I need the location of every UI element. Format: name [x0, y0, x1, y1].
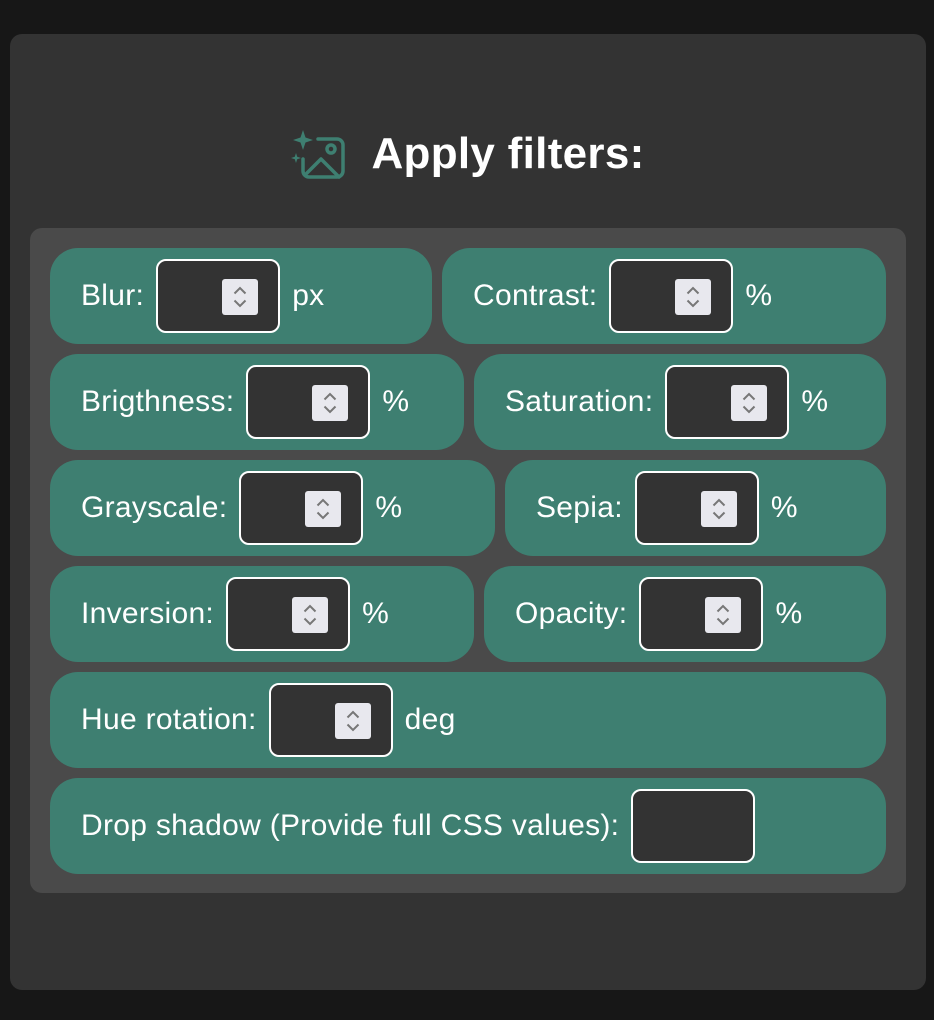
filter-row: Blur: px Contrast: %: [50, 248, 886, 344]
grayscale-spinner[interactable]: [305, 491, 342, 527]
hue-rotation-filter: Hue rotation: deg: [50, 672, 886, 768]
brightness-filter: Brigthness: %: [50, 354, 464, 450]
hue-rotation-spinner[interactable]: [334, 703, 371, 739]
sepia-filter: Sepia: %: [505, 460, 886, 556]
grayscale-unit: %: [375, 491, 403, 524]
blur-unit: px: [292, 279, 325, 312]
hue-rotation-input[interactable]: [268, 683, 393, 757]
hue-rotation-unit: deg: [404, 703, 456, 736]
chevron-down-icon[interactable]: [742, 405, 756, 414]
opacity-label: Opacity:: [515, 597, 628, 630]
inversion-label: Inversion:: [81, 597, 215, 630]
chevron-up-icon[interactable]: [323, 392, 337, 401]
chevron-up-icon[interactable]: [316, 498, 330, 507]
brightness-spinner[interactable]: [312, 385, 349, 421]
grayscale-label: Grayscale:: [81, 491, 228, 524]
chevron-down-icon[interactable]: [346, 723, 360, 732]
filter-row: Drop shadow (Provide full CSS values):: [50, 778, 886, 874]
opacity-input[interactable]: [639, 577, 764, 651]
brightness-unit: %: [382, 385, 410, 418]
panel-header: Apply filters:: [10, 122, 926, 186]
chevron-up-icon[interactable]: [303, 604, 317, 613]
opacity-unit: %: [775, 597, 803, 630]
saturation-spinner[interactable]: [731, 385, 768, 421]
drop-shadow-label: Drop shadow (Provide full CSS values):: [81, 809, 620, 842]
brightness-input[interactable]: [246, 365, 371, 439]
saturation-input[interactable]: [665, 365, 790, 439]
chevron-up-icon[interactable]: [686, 286, 700, 295]
chevron-down-icon[interactable]: [233, 299, 247, 308]
inversion-spinner[interactable]: [292, 597, 329, 633]
page-title: Apply filters:: [371, 129, 645, 178]
chevron-down-icon[interactable]: [716, 617, 730, 626]
inversion-unit: %: [362, 597, 390, 630]
chevron-down-icon[interactable]: [323, 405, 337, 414]
chevron-down-icon[interactable]: [686, 299, 700, 308]
drop-shadow-input[interactable]: [631, 789, 756, 863]
filter-row: Brigthness: % Saturation: %: [50, 354, 886, 450]
chevron-up-icon[interactable]: [742, 392, 756, 401]
sepia-label: Sepia:: [536, 491, 623, 524]
chevron-down-icon[interactable]: [712, 511, 726, 520]
chevron-up-icon[interactable]: [712, 498, 726, 507]
inversion-input[interactable]: [226, 577, 351, 651]
sepia-unit: %: [770, 491, 798, 524]
blur-input[interactable]: [156, 259, 281, 333]
sepia-input[interactable]: [634, 471, 759, 545]
contrast-input[interactable]: [609, 259, 734, 333]
contrast-unit: %: [745, 279, 773, 312]
chevron-up-icon[interactable]: [233, 286, 247, 295]
blur-label: Blur:: [81, 279, 145, 312]
chevron-up-icon[interactable]: [716, 604, 730, 613]
filters-container: Blur: px Contrast: % Brigthness: % Satur…: [30, 228, 906, 893]
grayscale-filter: Grayscale: %: [50, 460, 495, 556]
contrast-label: Contrast:: [473, 279, 598, 312]
grayscale-input[interactable]: [239, 471, 364, 545]
opacity-filter: Opacity: %: [484, 566, 886, 662]
chevron-down-icon[interactable]: [303, 617, 317, 626]
brightness-label: Brigthness:: [81, 385, 235, 418]
blur-spinner[interactable]: [222, 279, 259, 315]
filters-panel: Apply filters: Blur: px Contrast: % Brig…: [10, 34, 926, 990]
saturation-unit: %: [801, 385, 829, 418]
contrast-spinner[interactable]: [675, 279, 712, 315]
contrast-filter: Contrast: %: [442, 248, 886, 344]
image-sparkle-icon: [291, 125, 349, 183]
saturation-filter: Saturation: %: [474, 354, 886, 450]
drop-shadow-filter: Drop shadow (Provide full CSS values):: [50, 778, 886, 874]
opacity-spinner[interactable]: [705, 597, 742, 633]
hue-rotation-label: Hue rotation:: [81, 703, 257, 736]
chevron-up-icon[interactable]: [346, 710, 360, 719]
filter-row: Hue rotation: deg: [50, 672, 886, 768]
inversion-filter: Inversion: %: [50, 566, 474, 662]
saturation-label: Saturation:: [505, 385, 654, 418]
chevron-down-icon[interactable]: [316, 511, 330, 520]
filter-row: Inversion: % Opacity: %: [50, 566, 886, 662]
filter-row: Grayscale: % Sepia: %: [50, 460, 886, 556]
sepia-spinner[interactable]: [700, 491, 737, 527]
blur-filter: Blur: px: [50, 248, 432, 344]
